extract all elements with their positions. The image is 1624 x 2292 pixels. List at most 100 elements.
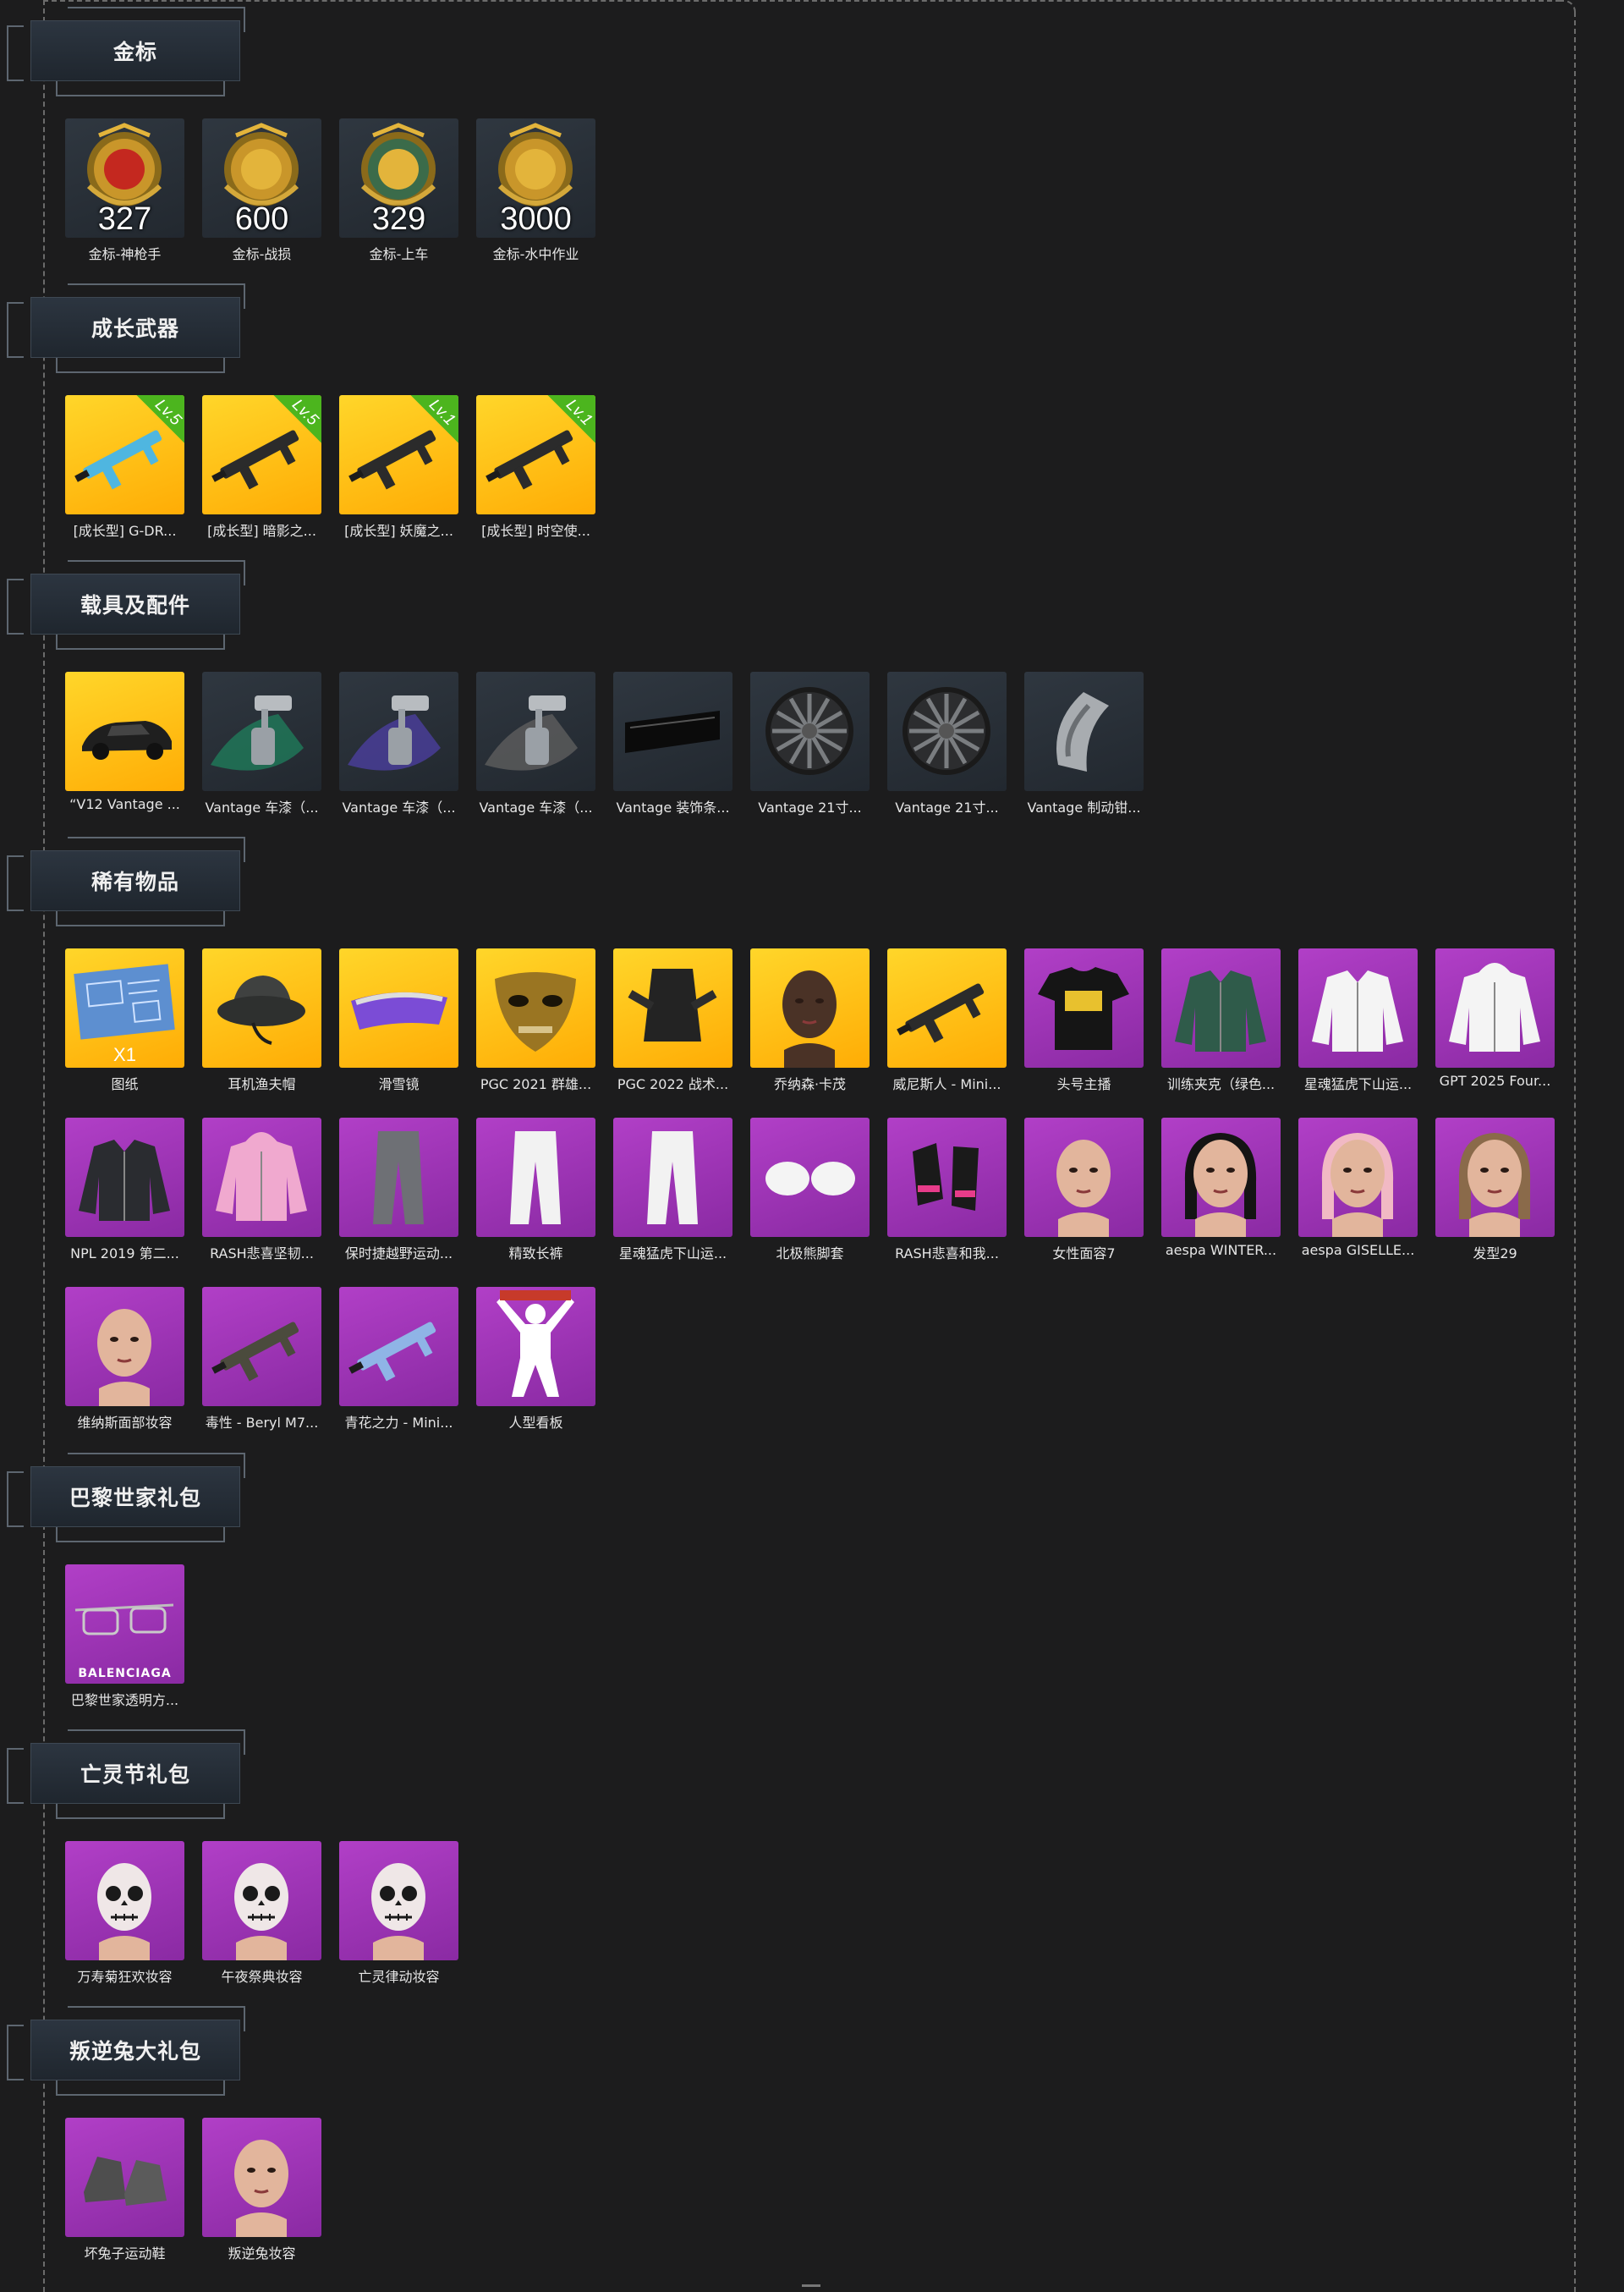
item-tile[interactable] [202,2118,321,2237]
inventory-item[interactable]: Lv.1 [成长型] 妖魔之... [339,395,458,564]
item-tile[interactable] [339,948,458,1068]
item-tile[interactable]: Lv.5 [202,395,321,514]
item-tile[interactable] [339,1118,458,1237]
item-tile[interactable] [613,948,732,1068]
item-tile[interactable] [613,672,732,791]
inventory-item[interactable]: Vantage 制动钳... [1024,672,1144,841]
inventory-item[interactable]: Vantage 车漆（... [339,672,458,841]
item-tile[interactable]: Lv.1 [476,395,595,514]
item-tile[interactable]: 327 [65,118,184,238]
item-tile[interactable]: 3000 [476,118,595,238]
inventory-item[interactable]: 北极熊脚套 [750,1118,870,1287]
inventory-item[interactable]: 星魂猛虎下山运... [1298,948,1418,1118]
item-tile[interactable] [887,672,1007,791]
inventory-item[interactable]: Lv.1 [成长型] 时空使... [476,395,595,564]
item-tile[interactable] [887,1118,1007,1237]
item-tile[interactable] [476,672,595,791]
item-tile[interactable] [65,1287,184,1406]
inventory-item[interactable]: “V12 Vantage ... [65,672,184,841]
item-tile[interactable] [1298,948,1418,1068]
inventory-item[interactable]: Lv.5 [成长型] G-DR... [65,395,184,564]
inventory-item[interactable]: 人型看板 [476,1287,595,1456]
item-tile[interactable] [1024,948,1144,1068]
inventory-item[interactable]: PGC 2022 战术... [613,948,732,1118]
inventory-item[interactable]: 女性面容7 [1024,1118,1144,1287]
inventory-item[interactable]: 青花之力 - Mini... [339,1287,458,1456]
inventory-item[interactable]: 耳机渔夫帽 [202,948,321,1118]
item-tile[interactable] [887,948,1007,1068]
item-tile[interactable] [202,948,321,1068]
inventory-item[interactable]: 329 金标-上车 [339,118,458,288]
item-tile[interactable] [1435,1118,1555,1237]
item-tile[interactable] [476,948,595,1068]
inventory-item[interactable]: 保时捷越野运动... [339,1118,458,1287]
inventory-item[interactable]: 万寿菊狂欢妆容 [65,1841,184,2010]
item-tile[interactable] [202,1841,321,1960]
item-tile[interactable]: Lv.1 [339,395,458,514]
item-tile[interactable] [65,1841,184,1960]
item-tile[interactable] [65,672,184,791]
inventory-item[interactable]: Vantage 车漆（... [476,672,595,841]
inventory-item[interactable]: RASH悲喜和我... [887,1118,1007,1287]
item-tile[interactable] [613,1118,732,1237]
item-tile[interactable] [750,672,870,791]
item-tile[interactable]: 600 [202,118,321,238]
item-name: “V12 Vantage ... [69,796,180,812]
item-tile[interactable]: 329 [339,118,458,238]
inventory-item[interactable]: 3000 金标-水中作业 [476,118,595,288]
item-tile[interactable] [1435,948,1555,1068]
item-tile[interactable] [202,1287,321,1406]
item-tile[interactable] [476,1287,595,1406]
item-tile[interactable] [750,1118,870,1237]
inventory-item[interactable]: 发型29 [1435,1118,1555,1287]
inventory-item[interactable]: 训练夹克（绿色... [1161,948,1281,1118]
inventory-item[interactable]: 威尼斯人 - Mini... [887,948,1007,1118]
inventory-item[interactable]: 精致长裤 [476,1118,595,1287]
inventory-item[interactable]: Vantage 装饰条... [613,672,732,841]
item-tile[interactable] [339,1841,458,1960]
item-tile[interactable] [1298,1118,1418,1237]
inventory-item[interactable]: Vantage 车漆（... [202,672,321,841]
inventory-item[interactable]: 滑雪镜 [339,948,458,1118]
inventory-item[interactable]: 亡灵律动妆容 [339,1841,458,2010]
inventory-item[interactable]: 327 金标-神枪手 [65,118,184,288]
item-name: 北极熊脚套 [776,1245,844,1261]
inventory-item[interactable]: NPL 2019 第二... [65,1118,184,1287]
item-tile[interactable] [1161,1118,1281,1237]
item-tile[interactable] [339,1287,458,1406]
inventory-item[interactable]: RASH悲喜坚韧... [202,1118,321,1287]
inventory-item[interactable]: PGC 2021 群雄... [476,948,595,1118]
inventory-item[interactable]: BALENCIAGA 巴黎世家透明方... [65,1564,184,1734]
inventory-item[interactable]: 维纳斯面部妆容 [65,1287,184,1456]
item-tile[interactable] [1161,948,1281,1068]
inventory-item[interactable]: 600 金标-战损 [202,118,321,288]
inventory-item[interactable]: 叛逆兔妆容 [202,2118,321,2287]
item-tile[interactable] [476,1118,595,1237]
inventory-item[interactable]: 星魂猛虎下山运... [613,1118,732,1287]
inventory-item[interactable]: X1 图纸 [65,948,184,1118]
item-name: 威尼斯人 - Mini... [892,1076,1001,1092]
inventory-item[interactable]: aespa WINTER... [1161,1118,1281,1287]
item-tile[interactable]: Lv.5 [65,395,184,514]
item-tile[interactable] [750,948,870,1068]
item-tile[interactable] [65,1118,184,1237]
inventory-item[interactable]: GPT 2025 Four... [1435,948,1555,1118]
item-tile[interactable] [1024,672,1144,791]
section-header: 稀有物品 [7,837,250,928]
item-tile[interactable] [1024,1118,1144,1237]
inventory-item[interactable]: 乔纳森·卡茂 [750,948,870,1118]
item-tile[interactable] [65,2118,184,2237]
inventory-item[interactable]: Vantage 21寸... [887,672,1007,841]
inventory-item[interactable]: aespa GISELLE... [1298,1118,1418,1287]
item-tile[interactable] [202,1118,321,1237]
inventory-item[interactable]: 头号主播 [1024,948,1144,1118]
item-tile[interactable] [339,672,458,791]
item-tile[interactable]: BALENCIAGA [65,1564,184,1684]
inventory-item[interactable]: 午夜祭典妆容 [202,1841,321,2010]
item-tile[interactable]: X1 [65,948,184,1068]
item-tile[interactable] [202,672,321,791]
inventory-item[interactable]: 坏兔子运动鞋 [65,2118,184,2287]
inventory-item[interactable]: Vantage 21寸... [750,672,870,841]
inventory-item[interactable]: Lv.5 [成长型] 暗影之... [202,395,321,564]
inventory-item[interactable]: 毒性 - Beryl M7... [202,1287,321,1456]
